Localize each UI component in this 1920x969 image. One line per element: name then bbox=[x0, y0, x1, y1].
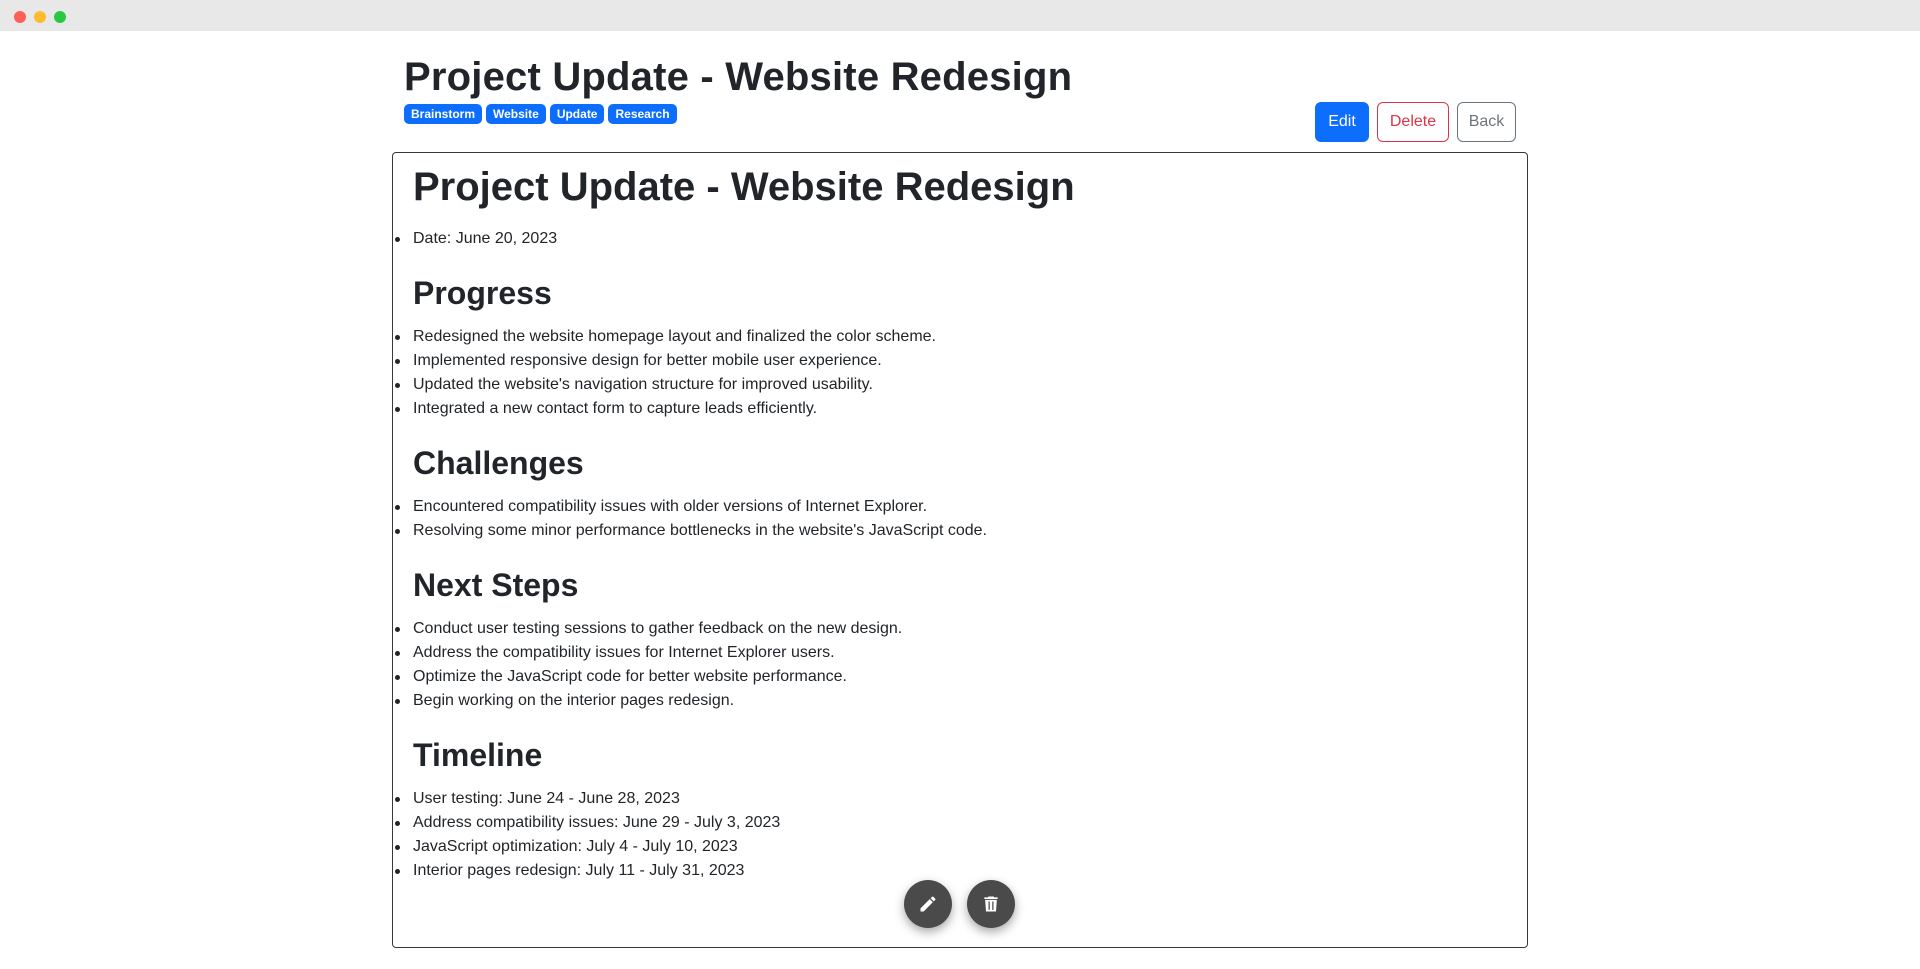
delete-button[interactable]: Delete bbox=[1377, 102, 1449, 142]
tag-badge[interactable]: Brainstorm bbox=[404, 104, 483, 124]
header-actions: Edit Delete Back bbox=[1315, 102, 1516, 142]
list-item: Integrated a new contact form to capture… bbox=[395, 397, 1507, 421]
note-header: Project Update - Website Redesign Brains… bbox=[404, 53, 1516, 153]
list-item: Updated the website's navigation structu… bbox=[395, 373, 1507, 397]
next-steps-list: Conduct user testing sessions to gather … bbox=[395, 617, 1507, 713]
list-item: Conduct user testing sessions to gather … bbox=[395, 617, 1507, 641]
window-titlebar bbox=[0, 0, 1920, 31]
list-item: Interior pages redesign: July 11 - July … bbox=[395, 859, 1507, 883]
close-window-icon[interactable] bbox=[14, 11, 26, 23]
tag-badge[interactable]: Research bbox=[608, 104, 677, 124]
section-heading-next-steps: Next Steps bbox=[413, 567, 579, 603]
section-heading-challenges: Challenges bbox=[413, 445, 584, 481]
tag-badge[interactable]: Website bbox=[486, 104, 546, 124]
note-title: Project Update - Website Redesign bbox=[413, 165, 1075, 209]
list-item: Address the compatibility issues for Int… bbox=[395, 641, 1507, 665]
intro-list: Date: June 20, 2023 bbox=[395, 227, 1507, 251]
list-item: Redesigned the website homepage layout a… bbox=[395, 325, 1507, 349]
list-item: Optimize the JavaScript code for better … bbox=[395, 665, 1507, 689]
list-item: Date: June 20, 2023 bbox=[395, 227, 1507, 251]
page-title: Project Update - Website Redesign bbox=[404, 55, 1073, 99]
maximize-window-icon[interactable] bbox=[54, 11, 66, 23]
timeline-list: User testing: June 24 - June 28, 2023 Ad… bbox=[395, 787, 1507, 883]
section-heading-progress: Progress bbox=[413, 275, 552, 311]
list-item: Encountered compatibility issues with ol… bbox=[395, 495, 1507, 519]
challenges-list: Encountered compatibility issues with ol… bbox=[395, 495, 1507, 543]
tag-badge[interactable]: Update bbox=[549, 104, 605, 124]
trash-icon bbox=[984, 896, 998, 912]
page: Project Update - Website Redesign Brains… bbox=[0, 31, 1920, 969]
list-item: JavaScript optimization: July 4 - July 1… bbox=[395, 835, 1507, 859]
edit-button[interactable]: Edit bbox=[1315, 102, 1369, 142]
back-button[interactable]: Back bbox=[1457, 102, 1516, 142]
list-item: Address compatibility issues: June 29 - … bbox=[395, 811, 1507, 835]
note-content: Project Update - Website Redesign Date: … bbox=[392, 152, 1528, 948]
floating-delete-button[interactable] bbox=[967, 880, 1015, 928]
progress-list: Redesigned the website homepage layout a… bbox=[395, 325, 1507, 421]
pencil-icon bbox=[920, 896, 936, 912]
minimize-window-icon[interactable] bbox=[34, 11, 46, 23]
list-item: Begin working on the interior pages rede… bbox=[395, 689, 1507, 713]
list-item: Implemented responsive design for better… bbox=[395, 349, 1507, 373]
list-item: User testing: June 24 - June 28, 2023 bbox=[395, 787, 1507, 811]
floating-edit-button[interactable] bbox=[904, 880, 952, 928]
section-heading-timeline: Timeline bbox=[413, 737, 543, 773]
list-item: Resolving some minor performance bottlen… bbox=[395, 519, 1507, 543]
